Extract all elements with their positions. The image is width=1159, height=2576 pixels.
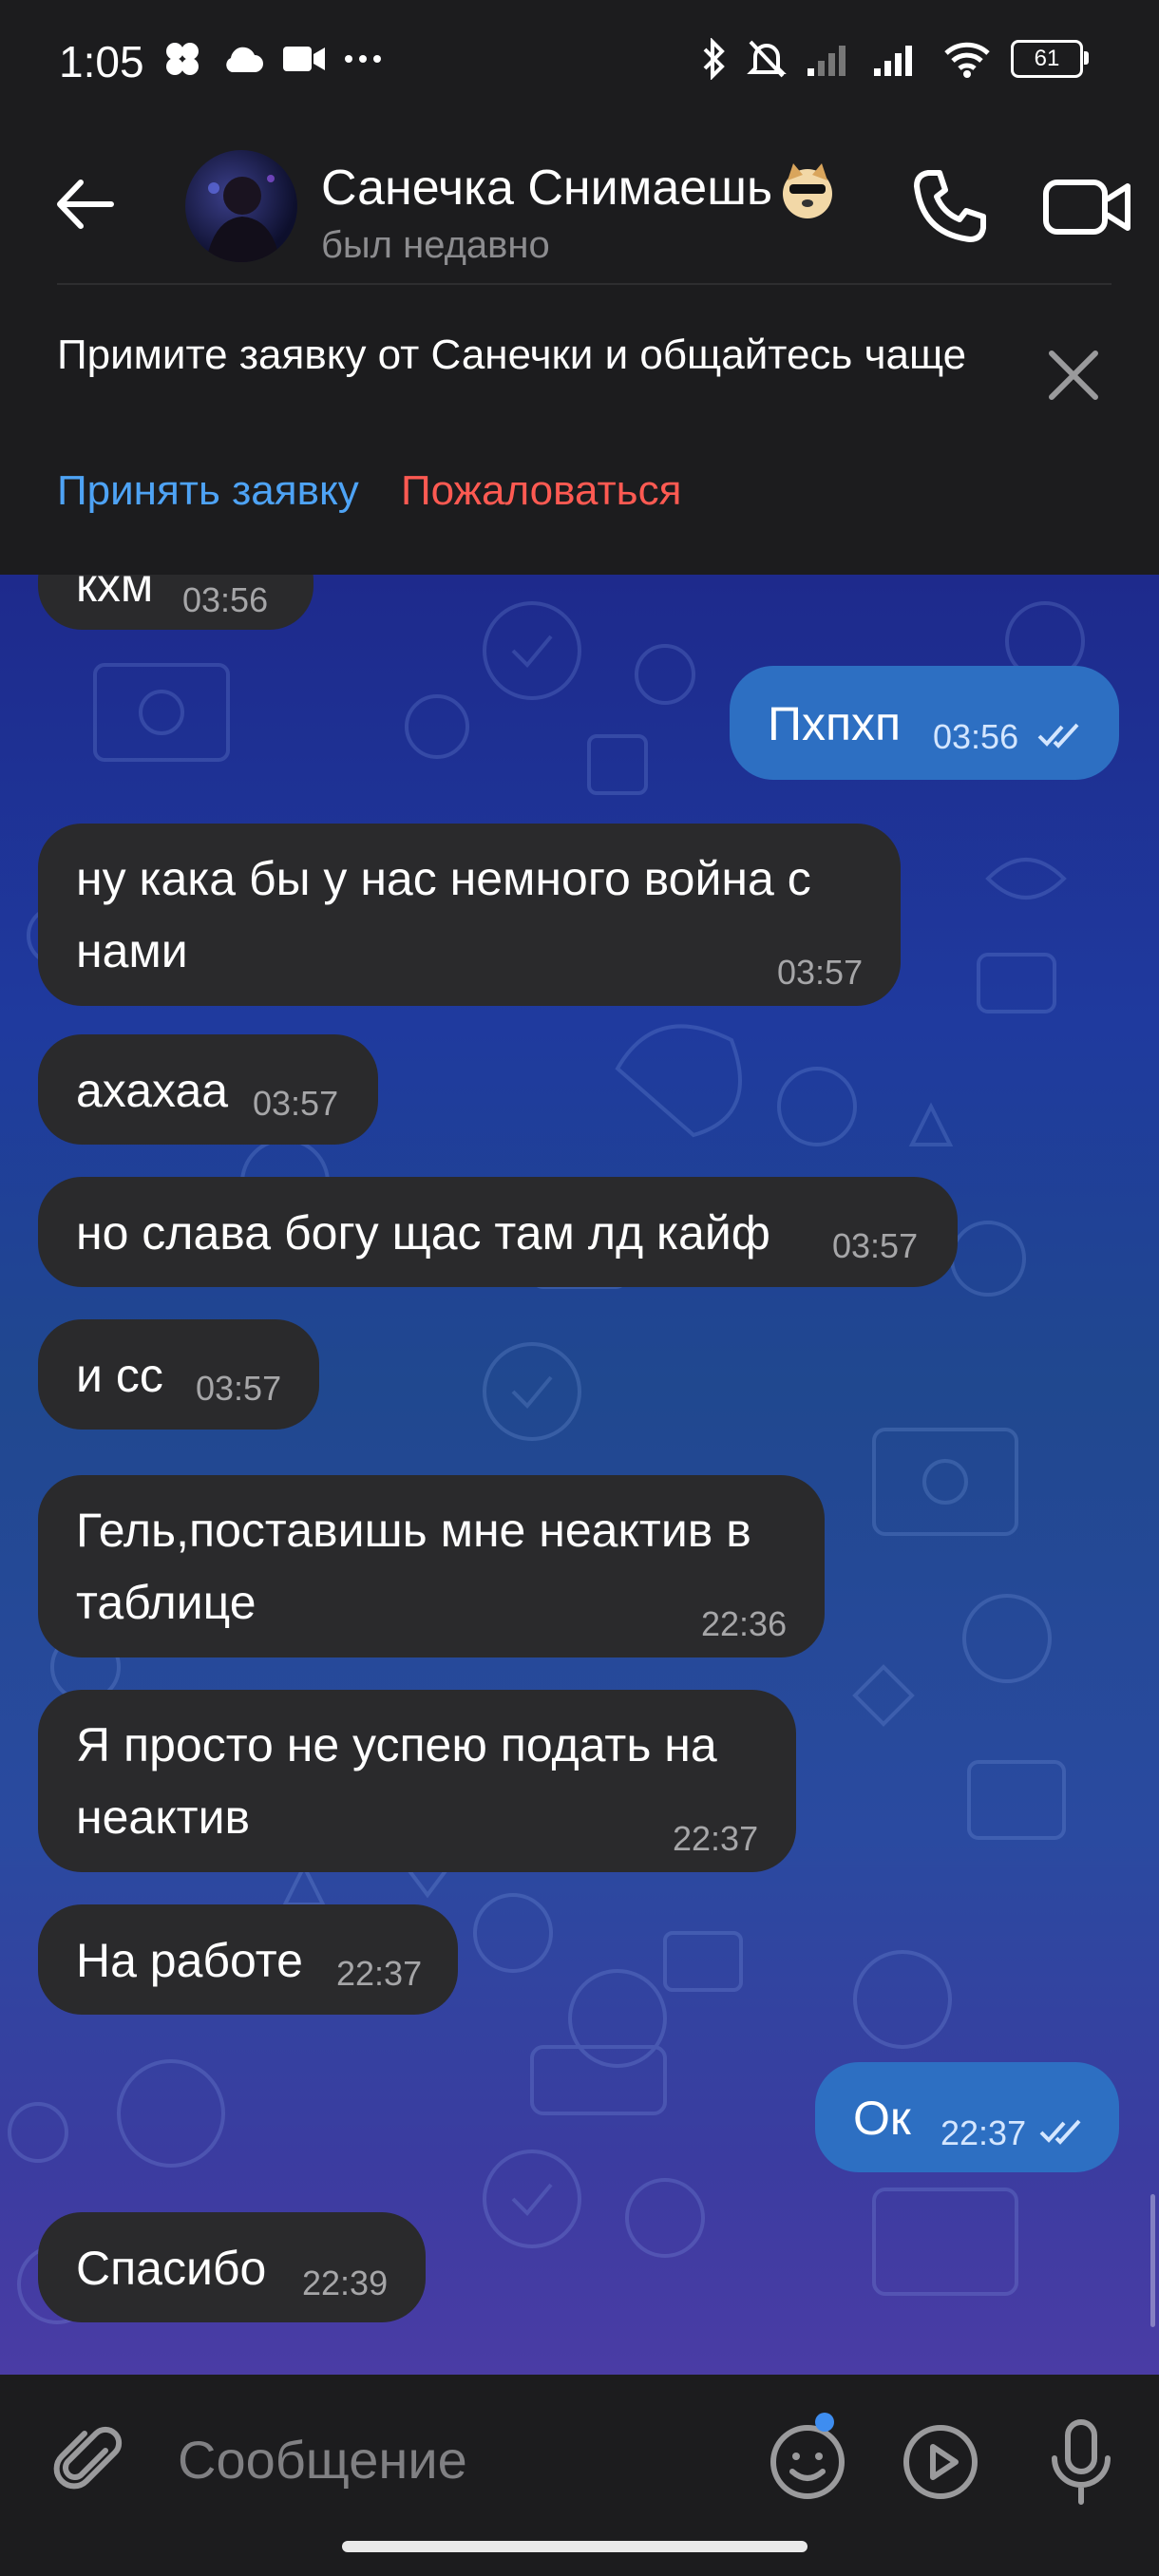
message-text: Пхпхп: [768, 697, 902, 750]
status-system-icons: 61: [699, 38, 1089, 80]
video-message-icon[interactable]: [901, 2422, 980, 2502]
signal-icon-2: [874, 46, 912, 76]
accept-request-link[interactable]: Принять заявку: [57, 467, 359, 515]
chat-header: Санечка Снимаешь был недавно: [0, 133, 1159, 285]
signal-icon-1: [808, 46, 846, 76]
message-input[interactable]: [176, 2420, 731, 2498]
microphone-icon[interactable]: [1043, 2416, 1119, 2508]
banner-message: Примите заявку от Санечки и общайтесь ча…: [57, 331, 967, 378]
message-bubble-incoming[interactable]: Спасибо 22:39: [38, 2212, 426, 2322]
message-text: ахахаа: [76, 1064, 229, 1117]
battery-indicator: 61: [1011, 40, 1089, 78]
close-icon[interactable]: [1040, 342, 1107, 408]
wifi-icon: [944, 42, 990, 78]
muted-bell-icon: [747, 40, 787, 78]
read-receipt-icon: [1039, 2119, 1081, 2145]
message-bubble-incoming[interactable]: Я просто не успею подать на неактив 22:3…: [38, 1690, 796, 1872]
message-text: но слава богу щас там лд кайф: [76, 1206, 770, 1260]
contact-name-text: Санечка Снимаешь: [321, 161, 773, 216]
message-bubble-incoming[interactable]: кхм 03:56: [38, 575, 314, 630]
message-time: 22:37: [940, 2113, 1027, 2152]
back-arrow-icon[interactable]: [52, 171, 119, 237]
message-bubble-outgoing[interactable]: Пхпхп 03:56: [730, 666, 1119, 780]
message-time: 22:37: [336, 1954, 423, 1993]
read-receipt-icon: [1037, 723, 1079, 748]
doge-emoji-icon: [783, 163, 833, 219]
message-text: ну кака бы у нас немного война с нами: [76, 852, 811, 977]
message-time: 22:36: [701, 1604, 788, 1643]
message-text: Ок: [853, 2092, 911, 2145]
attach-icon[interactable]: [52, 2422, 128, 2498]
message-time: 03:57: [832, 1226, 919, 1265]
message-bubble-incoming[interactable]: На работе 22:37: [38, 1904, 458, 2015]
message-text: кхм: [76, 575, 154, 612]
contact-request-banner: Примите заявку от Санечки и общайтесь ча…: [0, 285, 1159, 575]
message-bubble-incoming[interactable]: Гель,поставишь мне неактив в таблице 22:…: [38, 1475, 825, 1657]
home-indicator[interactable]: [342, 2541, 808, 2552]
message-time: 03:57: [253, 1084, 339, 1123]
cloud-icon: [226, 47, 263, 72]
message-time: 03:56: [182, 580, 269, 619]
message-time: 03:57: [777, 953, 864, 992]
new-stickers-badge: [815, 2413, 834, 2432]
message-bubble-outgoing[interactable]: Ок 22:37: [815, 2062, 1119, 2172]
phone-icon[interactable]: [907, 163, 993, 249]
message-time: 22:39: [302, 2263, 389, 2302]
message-bubble-incoming[interactable]: ахахаа 03:57: [38, 1034, 378, 1145]
more-notifications-icon: [345, 55, 381, 63]
status-notification-icons: [162, 38, 382, 80]
contact-avatar[interactable]: [185, 150, 297, 262]
status-time: 1:05: [59, 37, 144, 86]
message-composer: [0, 2375, 1159, 2576]
status-bar: 1:05 61: [0, 0, 1159, 133]
last-seen-status: был недавно: [321, 224, 550, 266]
chat-messages[interactable]: кхм 03:56 Пхпхп 03:56 ну кака бы у нас н…: [0, 575, 1159, 2375]
message-time: 03:56: [933, 717, 1019, 756]
message-text: Гель,поставишь мне неактив в таблице: [76, 1504, 751, 1629]
app-notification-icon: [166, 43, 199, 75]
sticker-emoji-icon[interactable]: [768, 2422, 847, 2502]
message-time: 03:57: [196, 1369, 282, 1408]
report-link[interactable]: Пожаловаться: [401, 467, 681, 515]
bluetooth-icon: [703, 38, 725, 80]
message-bubble-incoming[interactable]: ну кака бы у нас немного война с нами 03…: [38, 824, 901, 1006]
video-notification-icon: [283, 47, 325, 71]
message-bubble-incoming[interactable]: и сс 03:57: [38, 1319, 319, 1430]
message-bubble-incoming[interactable]: но слава богу щас там лд кайф 03:57: [38, 1177, 958, 1287]
video-call-icon[interactable]: [1040, 163, 1135, 249]
message-text: На работе: [76, 1934, 303, 1987]
message-text: Спасибо: [76, 2242, 267, 2295]
contact-name[interactable]: Санечка Снимаешь: [321, 160, 839, 222]
message-text: и сс: [76, 1349, 163, 1402]
chat-scrollbar[interactable]: [1150, 2194, 1155, 2327]
message-time: 22:37: [673, 1819, 759, 1858]
